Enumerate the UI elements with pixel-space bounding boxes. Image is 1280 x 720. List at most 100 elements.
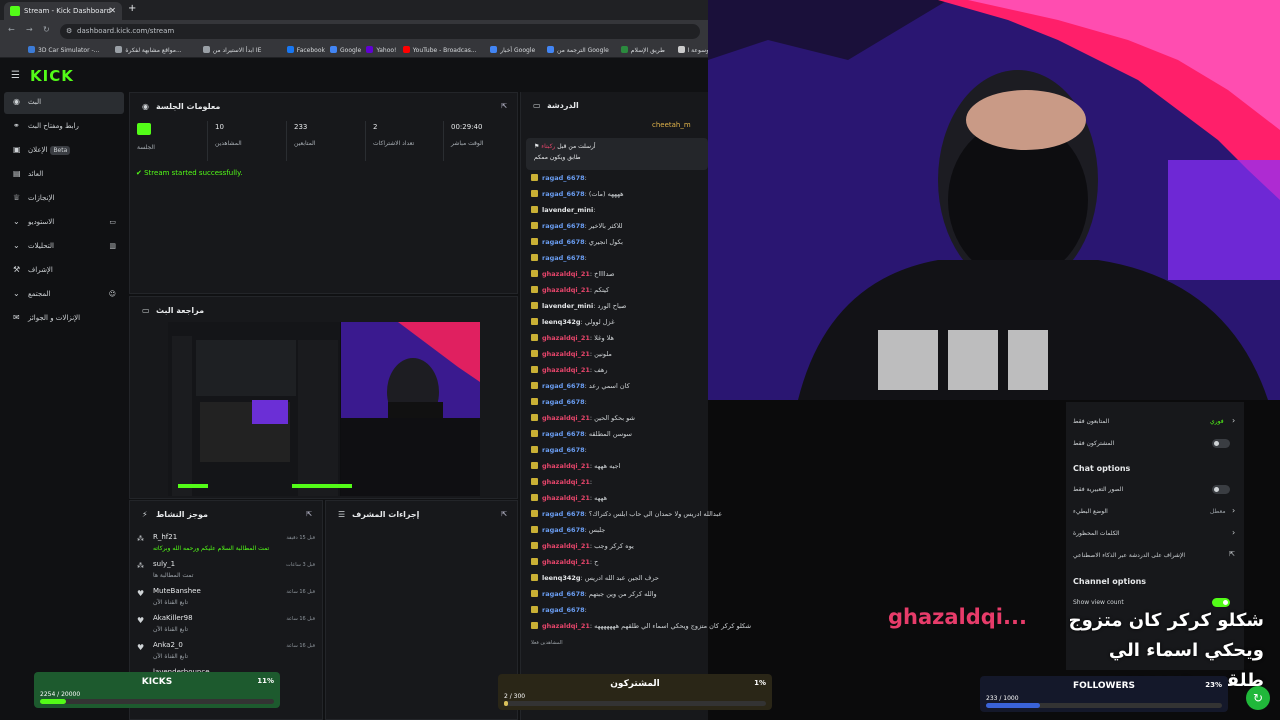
bookmark-item[interactable]: طريق الإسلام [620,46,665,54]
external-link-icon[interactable]: ⇱ [1229,550,1235,558]
filter-icon[interactable]: ⇱ [306,510,312,518]
chat-message[interactable]: ragad_6678: كان اسمي رعد [531,382,630,394]
close-tab-icon[interactable]: ✕ [109,6,116,15]
bookmark-item[interactable]: Google [330,46,361,54]
chat-message[interactable]: ragad_6678: سوسن المطلقه [531,430,632,442]
chat-username[interactable]: ghazaldqi_21 [542,622,590,630]
sidebar-item-stream[interactable]: ◉ البث [4,92,124,114]
chat-username[interactable]: leenq342g [542,318,581,326]
sidebar-item-drops[interactable]: ✉ الإنزالات و الجوائز [4,308,124,330]
chevron-right-icon[interactable]: › [1232,506,1235,515]
reload-icon[interactable]: ↻ [43,25,50,34]
sidebar-item-analytics[interactable]: ⌄ التحليلات ▥ [4,236,124,258]
chat-message[interactable]: ghazaldqi_21: ح [531,558,598,570]
chat-message[interactable]: ragad_6678: [531,174,587,186]
forward-icon[interactable]: → [26,25,33,34]
subscribers-only-toggle[interactable] [1212,439,1230,448]
chat-message[interactable]: ragad_6678: [531,398,587,410]
chat-username[interactable]: ragad_6678 [542,238,585,246]
chevron-right-icon[interactable]: › [1232,528,1235,537]
chat-message[interactable]: ragad_6678: والله كركر من وين جبتهم [531,590,657,602]
chat-message[interactable]: ghazaldqi_21: [531,478,592,490]
chat-username[interactable]: ragad_6678 [542,510,585,518]
slow-mode-row[interactable]: الوضع البطيء [1073,508,1108,515]
chat-username[interactable]: ragad_6678 [542,382,585,390]
chat-message[interactable]: ghazaldqi_21: كيتكم [531,286,609,298]
chat-username[interactable]: ragad_6678 [542,398,585,406]
sidebar-item-achievements[interactable]: ♕ الإنجازات [4,188,124,210]
chat-top-user[interactable]: cheetah_m [652,121,691,129]
browser-tab[interactable]: Stream - Kick Dashboard ✕ [4,2,122,20]
banned-words-row[interactable]: الكلمات المحظورة [1073,530,1120,537]
sidebar-item-revenue[interactable]: ▤ العائد [4,164,124,186]
sidebar-item-ads[interactable]: ▣ الإعلان Beta [4,140,124,162]
chat-username[interactable]: lavender_mini [542,206,593,214]
chat-message[interactable]: ghazaldqi_21: ملونين [531,350,612,362]
sidebar-item-community[interactable]: ⌄ المجتمع ☺ [4,284,124,306]
chat-username[interactable]: ghazaldqi_21 [542,414,590,422]
bookmark-item[interactable]: YouTube - Broadcas... [402,46,477,54]
chat-message[interactable]: ghazaldqi_21: هههه [531,494,607,506]
chat-message[interactable]: ghazaldqi_21: هلا وغلا [531,334,614,346]
chat-message[interactable]: ragad_6678: [531,606,587,618]
chevron-right-icon[interactable]: › [1232,416,1235,425]
chat-message[interactable]: ghazaldqi_21: شو بحكو الحين [531,414,635,426]
chat-message[interactable]: ghazaldqi_21: صدااااخ [531,270,615,282]
popout-icon[interactable]: ⇱ [501,510,507,518]
chat-message[interactable]: leenq342g: حرف الجين عبد الله ادريس [531,574,659,586]
pinned-message[interactable]: ⚑ أرسلت من قبل ركبتاء طابق ويكون ممكم [526,138,708,170]
ai-moderation-row[interactable]: الإشراف على الدردشة عبر الذكاء الاصطناعي [1073,552,1185,559]
chat-username[interactable]: ghazaldqi_21 [542,350,590,358]
sidebar-item-studio[interactable]: ⌄ الاستوديو ▭ [4,212,124,234]
chat-username[interactable]: ragad_6678 [542,222,585,230]
chat-username[interactable]: ragad_6678 [542,446,585,454]
chat-username[interactable]: ghazaldqi_21 [542,270,590,278]
site-info-icon[interactable]: ⚙ [66,27,72,35]
chat-username[interactable]: ghazaldqi_21 [542,462,590,470]
chat-message[interactable]: ragad_6678: ههههه (مات) [531,190,624,202]
chat-username[interactable]: ragad_6678 [542,526,585,534]
chat-username[interactable]: ragad_6678 [542,590,585,598]
menu-icon[interactable]: ☰ [11,70,20,81]
bookmark-item[interactable]: الترجمة من Google [547,46,609,54]
bookmark-item[interactable]: Yahoo! [366,46,396,54]
bookmark-item[interactable]: ابدأ الاستيراد من IE [202,46,261,54]
chat-message[interactable]: ragad_6678: للاكثر بالاخير [531,222,623,234]
chat-username[interactable]: ghazaldqi_21 [542,558,590,566]
chat-username[interactable]: ghazaldqi_21 [542,334,590,342]
new-tab-button[interactable]: + [128,3,136,14]
chat-message[interactable]: ragad_6678: بكول انجيري [531,238,623,250]
chat-username[interactable]: leenq342g [542,574,581,582]
followers-only-row[interactable]: المتابعون فقط [1073,418,1109,425]
chat-username[interactable]: ghazaldqi_21 [542,542,590,550]
emote-only-row[interactable]: الصور التعبيرية فقط [1073,486,1123,493]
subscribers-only-row[interactable]: المشتركون فقط [1073,440,1114,447]
url-input[interactable]: ⚙ dashboard.kick.com/stream [60,24,700,39]
chat-message[interactable]: ragad_6678: عبدالله ادريس ولا حمدان الي … [531,510,722,522]
back-icon[interactable]: ← [8,25,15,34]
chat-message[interactable]: ragad_6678: [531,446,587,458]
sidebar-item-moderation[interactable]: ⚒ الإشراف [4,260,124,282]
chat-message[interactable]: ragad_6678: [531,254,587,266]
chat-message[interactable]: ghazaldqi_21: شكلو كركر كان متزوج ويحكي … [531,622,751,634]
stream-preview-thumbnail[interactable] [168,322,480,496]
emote-only-toggle[interactable] [1212,485,1230,494]
bookmark-item[interactable]: Facebook [286,46,325,54]
chat-message[interactable]: leenq342g: غزل لوولي [531,318,614,330]
chat-username[interactable]: ragad_6678 [542,190,585,198]
chat-message[interactable]: lavender_mini: صباح الورد [531,302,626,314]
chat-username[interactable]: ghazaldqi_21 [542,494,590,502]
show-view-count-row[interactable]: Show view count [1073,599,1124,606]
chat-username[interactable]: ragad_6678 [542,430,585,438]
chat-username[interactable]: lavender_mini [542,302,593,310]
chat-username[interactable]: ragad_6678 [542,174,585,182]
popout-icon[interactable]: ⇱ [501,102,507,110]
chat-message[interactable]: ragad_6678: جلبس [531,526,605,538]
sidebar-item-stream-key[interactable]: ⚭ رابط ومفتاح البث [4,116,124,138]
refresh-icon[interactable]: ↻ [1246,686,1270,710]
chat-username[interactable]: ragad_6678 [542,606,585,614]
chat-username[interactable]: ghazaldqi_21 [542,366,590,374]
bookmark-item[interactable]: أخبار Google [490,46,535,54]
chat-username[interactable]: ghazaldqi_21 [542,478,590,486]
chat-username[interactable]: ghazaldqi_21 [542,286,590,294]
